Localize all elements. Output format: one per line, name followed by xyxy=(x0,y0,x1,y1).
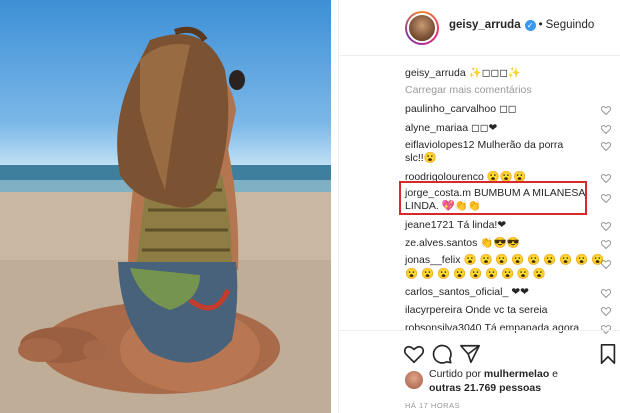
others-suffix[interactable]: pessoas xyxy=(499,382,541,394)
comment-text: 😮 😮 😮 😮 😮 😮 😮 😮 😮 xyxy=(463,254,605,266)
caption-username[interactable]: geisy_arruda xyxy=(405,67,466,79)
heart-icon[interactable] xyxy=(403,343,425,365)
comment-highlight-box xyxy=(399,181,587,215)
bookmark-icon[interactable] xyxy=(597,343,619,365)
share-icon[interactable] xyxy=(459,343,481,365)
liker-avatar[interactable] xyxy=(405,371,423,389)
comment-item: jonas__felix 😮 😮 😮 😮 😮 😮 😮 😮 😮 xyxy=(405,253,604,267)
post-timestamp[interactable]: HÁ 17 HORAS xyxy=(405,401,460,410)
liked-by-text: Curtido por mulhermelao e outras 21.769 … xyxy=(429,367,599,395)
post-side-panel: geisy_arruda ✓ • Seguindo geisy_arruda ✨◻… xyxy=(338,0,620,413)
verified-badge-icon: ✓ xyxy=(524,19,536,31)
liked-by-user[interactable]: mulhermelao xyxy=(484,368,549,380)
liked-by-prefix: Curtido por xyxy=(429,368,481,380)
comment-item: ilacyrpereira Onde vc ta sereia xyxy=(405,303,547,317)
comment-icon[interactable] xyxy=(431,343,453,365)
comment-username[interactable]: eiflaviolopes12 xyxy=(405,139,474,151)
comment-like-heart-icon[interactable] xyxy=(601,194,611,203)
comment-text: 👏😎😎 xyxy=(480,237,520,249)
load-more-comments-button[interactable]: Carregar mais comentários xyxy=(405,83,532,97)
comment-username[interactable]: ze.alves.santos xyxy=(405,237,477,249)
comment-item: alyne_mariaa ◻◻❤ xyxy=(405,121,497,135)
comment-like-heart-icon[interactable] xyxy=(601,260,611,269)
comment-text: ❤❤ xyxy=(511,286,529,298)
comment-item: ze.alves.santos 👏😎😎 xyxy=(405,236,520,250)
comment-username[interactable]: jeane1721 xyxy=(405,219,454,231)
caption-text: ✨◻◻◻✨ xyxy=(468,67,521,79)
comment-like-heart-icon[interactable] xyxy=(601,289,611,298)
comment-text: ◻◻ xyxy=(499,103,517,115)
comment-username[interactable]: alyne_mariaa xyxy=(405,122,468,134)
header-text: geisy_arruda ✓ • Seguindo xyxy=(449,19,594,31)
comment-username[interactable]: carlos_santos_oficial_ xyxy=(405,286,508,298)
post-actions-bar: Curtido por mulhermelao e outras 21.769 … xyxy=(339,330,620,410)
comment-like-heart-icon[interactable] xyxy=(601,222,611,231)
comment-like-heart-icon[interactable] xyxy=(601,142,611,151)
liked-by-conjunction: e xyxy=(552,368,558,380)
author-avatar[interactable] xyxy=(407,13,437,43)
comment-text: Mulherão da porra xyxy=(477,139,564,151)
comment-like-heart-icon[interactable] xyxy=(601,106,611,115)
author-avatar-ring[interactable] xyxy=(405,11,439,45)
comment-like-heart-icon[interactable] xyxy=(601,307,611,316)
comment-text: Onde vc ta sereia xyxy=(465,304,548,316)
like-count[interactable]: 21.769 xyxy=(464,382,496,394)
comment-username[interactable]: ilacyrpereira xyxy=(405,304,462,316)
follow-status-button[interactable]: Seguindo xyxy=(546,19,595,31)
separator-dot: • xyxy=(538,19,543,31)
comment-text-continued: 😮 😮 😮 😮 😮 😮 😮 😮 😮 xyxy=(405,268,547,280)
comment-text-continued: slc!!😮 xyxy=(405,152,437,164)
comment-like-heart-icon[interactable] xyxy=(601,125,611,134)
author-username[interactable]: geisy_arruda xyxy=(449,19,521,31)
comment-username[interactable]: jonas__felix xyxy=(405,254,460,266)
others-prefix[interactable]: outras xyxy=(429,382,461,394)
photo-illustration xyxy=(0,26,331,413)
comment-like-heart-icon[interactable] xyxy=(601,240,611,249)
comment-text: ◻◻❤ xyxy=(471,122,498,134)
post-photo[interactable] xyxy=(0,0,331,413)
comment-item: jeane1721 Tá linda!❤ xyxy=(405,218,506,232)
comment-item: paulinho_carvalhoo ◻◻ xyxy=(405,102,517,116)
comment-username[interactable]: paulinho_carvalhoo xyxy=(405,103,496,115)
comment-like-heart-icon[interactable] xyxy=(601,174,611,183)
comment-text: Tá linda!❤ xyxy=(457,219,507,231)
comment-item: carlos_santos_oficial_ ❤❤ xyxy=(405,285,529,299)
comment-item: eiflaviolopes12 Mulherão da porra xyxy=(405,138,563,152)
caption: geisy_arruda ✨◻◻◻✨ xyxy=(405,66,521,80)
